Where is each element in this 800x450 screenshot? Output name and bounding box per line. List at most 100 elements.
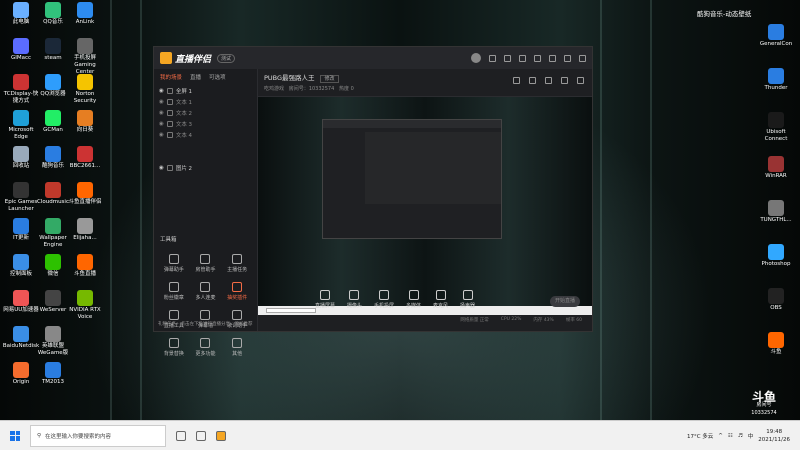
tool-button[interactable]: 抽奖插件 xyxy=(221,282,253,301)
desktop-icon[interactable]: NVIDIA RTX Voice xyxy=(66,290,104,321)
tool-button[interactable]: 多人连麦 xyxy=(190,282,222,301)
status-item: 内存 43% xyxy=(533,318,554,323)
eye-icon[interactable]: ◉ xyxy=(159,110,164,116)
tool-button[interactable]: 粉丝徽章 xyxy=(158,282,190,301)
tool-button[interactable]: 主播任务 xyxy=(221,254,253,273)
tool-button[interactable]: 弹幕助手 xyxy=(158,254,190,273)
checkbox[interactable] xyxy=(166,109,173,116)
app-icon xyxy=(45,326,61,342)
room-title[interactable]: PUBG最强路人王 xyxy=(264,74,315,82)
control-button[interactable]: 直播屏幕 xyxy=(315,289,335,309)
desktop-icon[interactable]: 斗鱼 xyxy=(757,332,795,356)
tab-0[interactable]: 我的场景 xyxy=(160,73,182,81)
desktop-icon[interactable]: BBC2661... xyxy=(66,146,104,170)
weather[interactable]: 17°C 多云 xyxy=(687,432,713,440)
desktop-icon-label: IT更新 xyxy=(13,235,29,241)
eye-icon[interactable]: ◉ xyxy=(159,88,164,94)
tool-button[interactable]: 房管助手 xyxy=(190,254,222,273)
tab-2[interactable]: 可选项 xyxy=(209,73,226,81)
desktop-icon[interactable]: AnLink xyxy=(66,2,104,26)
scene-item[interactable]: ◉ 文本 4 xyxy=(154,129,257,140)
desktop-icon[interactable]: 向日葵 xyxy=(66,110,104,134)
tool-icon xyxy=(232,338,243,348)
network-icon[interactable]: ☷ xyxy=(728,433,733,439)
delete-icon[interactable] xyxy=(513,77,520,84)
tray-arrow-icon[interactable]: ^ xyxy=(718,433,723,439)
tool-button[interactable]: 更多功能 xyxy=(190,338,222,357)
desktop-icon[interactable]: 斗鱼直播 xyxy=(66,254,104,278)
app-icon xyxy=(768,288,784,304)
tool-icon xyxy=(200,254,211,264)
desktop-icon[interactable]: 斗鱼直播伴侣 xyxy=(66,182,104,206)
control-button[interactable]: 摄像头 xyxy=(347,289,362,309)
checkbox[interactable] xyxy=(166,120,173,127)
ime-icon[interactable]: 中 xyxy=(748,432,754,440)
control-button[interactable]: 手机投屏 xyxy=(374,289,394,309)
taskbar-search[interactable]: ⚲ 在这里输入你要搜索的内容 xyxy=(30,424,166,447)
desktop-icon[interactable]: TM2013 xyxy=(34,362,72,386)
music-widget[interactable]: 酷狗音乐-动态壁纸 xyxy=(697,8,751,18)
control-button[interactable]: 扬声器 xyxy=(460,289,475,309)
scene-item[interactable]: ◉ 全屏 1 xyxy=(154,85,257,96)
search-placeholder: 在这里输入你要搜索的内容 xyxy=(45,433,112,440)
eye-icon[interactable]: ◉ xyxy=(159,132,164,138)
close-icon[interactable] xyxy=(579,54,586,62)
desktop-icon[interactable]: 手机投屏Gaming Center xyxy=(66,38,104,76)
eye-icon[interactable]: ◉ xyxy=(159,121,164,127)
skin-icon[interactable] xyxy=(519,54,526,62)
explorer-icon[interactable] xyxy=(196,430,206,441)
desktop-icon[interactable]: WinRAR xyxy=(757,156,795,180)
tool-button[interactable]: 背景替换 xyxy=(158,338,190,357)
start-button[interactable] xyxy=(0,430,30,441)
menu-icon[interactable] xyxy=(534,54,541,62)
start-live-button[interactable]: 开始直播 xyxy=(550,296,580,307)
control-button[interactable]: 麦克风 xyxy=(433,289,448,309)
copy-icon[interactable] xyxy=(529,77,536,84)
desktop-icon[interactable]: Elijaha... xyxy=(66,218,104,242)
room-category[interactable]: 吃鸡游戏 xyxy=(264,86,284,92)
scene-item[interactable]: ◉ 文本 1 xyxy=(154,96,257,107)
desktop-icon[interactable]: OBS xyxy=(757,288,795,312)
tab-1[interactable]: 直播 xyxy=(190,73,201,81)
volume-icon[interactable]: ♬ xyxy=(738,433,743,439)
clock[interactable]: 19:48 2021/11/26 xyxy=(758,428,790,444)
control-button[interactable]: 多媒体 xyxy=(406,289,421,309)
scene-item[interactable]: ◉ 文本 2 xyxy=(154,107,257,118)
checkbox[interactable] xyxy=(166,164,173,171)
streaming-app-icon[interactable] xyxy=(216,430,226,441)
control-icon xyxy=(378,289,389,300)
desktop-icon[interactable]: 英雄联盟WeGame版 xyxy=(34,326,72,357)
desktop-icon[interactable]: Thunder xyxy=(757,68,795,92)
edit-title-button[interactable]: 修改 xyxy=(320,75,339,83)
share-icon[interactable] xyxy=(577,77,584,84)
tool-button[interactable]: 其他 xyxy=(221,338,253,357)
tool-label: 房管助手 xyxy=(195,267,216,273)
taskbar-apps xyxy=(176,430,226,441)
avatar[interactable] xyxy=(471,53,481,63)
desktop-icon[interactable]: Photoshop xyxy=(757,244,795,268)
maximize-icon[interactable] xyxy=(564,54,571,62)
app-icon xyxy=(13,218,29,234)
task-view-icon[interactable] xyxy=(176,430,186,441)
logo-icon xyxy=(160,52,172,64)
message-icon[interactable] xyxy=(489,54,496,62)
scene-item[interactable]: ◉ 文本 3 xyxy=(154,118,257,129)
eye-icon[interactable]: ◉ xyxy=(159,99,164,105)
settings-icon[interactable] xyxy=(504,54,511,62)
stream-preview[interactable] xyxy=(258,97,592,315)
desktop-icon[interactable]: TUNGTHL... xyxy=(757,200,795,224)
minimize-icon[interactable] xyxy=(549,54,556,62)
desktop-icon[interactable]: GeneralCon xyxy=(757,24,795,48)
desktop-icon[interactable]: Norton Security xyxy=(66,74,104,105)
checkbox[interactable] xyxy=(166,87,173,94)
control-icon xyxy=(408,289,419,300)
eye-icon[interactable]: ◉ xyxy=(159,165,164,171)
app-icon xyxy=(13,38,29,54)
bell-icon[interactable] xyxy=(561,77,568,84)
scene-item[interactable]: ◉ 图片 2 xyxy=(154,162,257,173)
desktop-icon[interactable]: Ubisoft Connect xyxy=(757,112,795,143)
record-icon[interactable] xyxy=(545,77,552,84)
checkbox[interactable] xyxy=(166,131,173,138)
app-icon xyxy=(45,2,61,18)
checkbox[interactable] xyxy=(166,98,173,105)
